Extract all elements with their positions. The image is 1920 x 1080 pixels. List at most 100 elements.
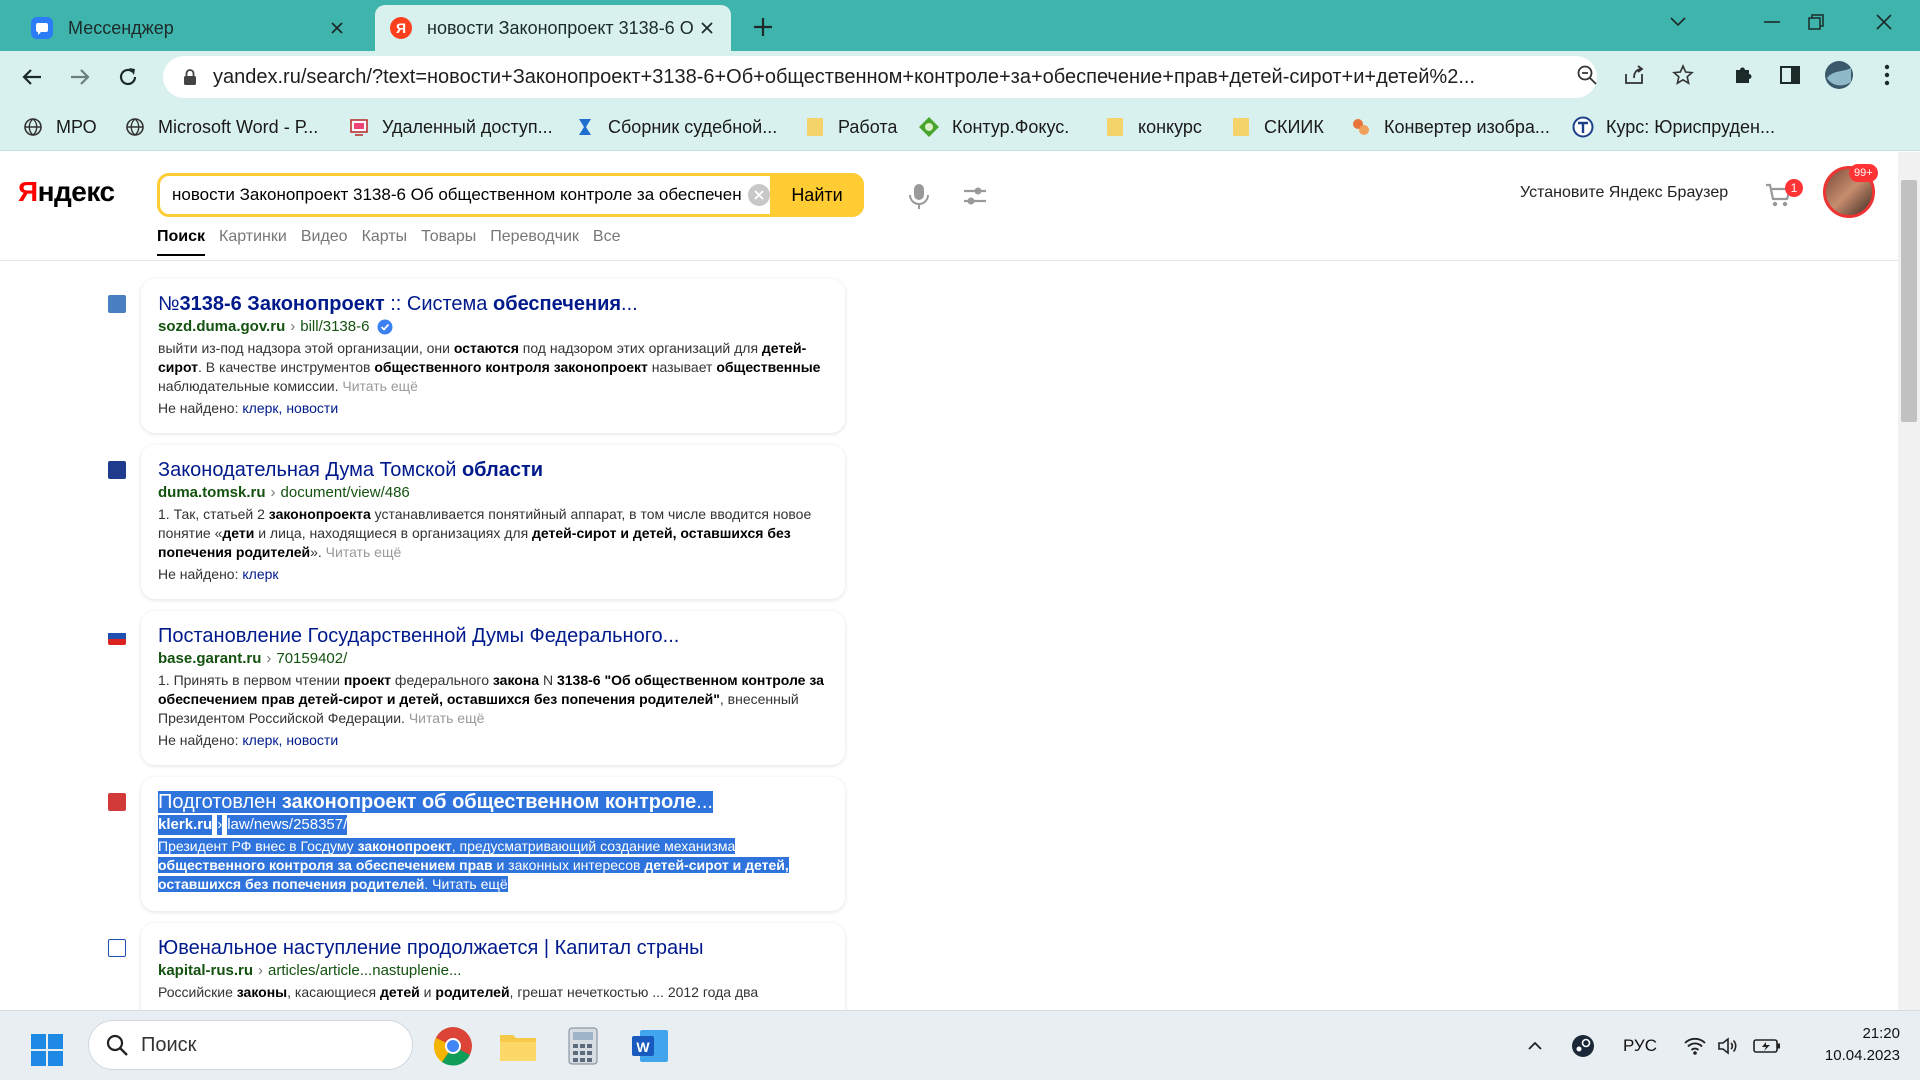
read-more-link[interactable]: Читать ещё	[432, 876, 508, 892]
search-settings-icon[interactable]	[962, 184, 988, 208]
wifi-icon[interactable]	[1680, 1031, 1710, 1061]
tab-search-chevron-icon[interactable]	[1660, 8, 1696, 36]
restore-button[interactable]	[1798, 8, 1834, 36]
zoom-icon[interactable]	[1574, 62, 1600, 88]
extensions-icon[interactable]	[1730, 62, 1756, 88]
text-fragment: выйти из-под надзора этой организации, о…	[158, 340, 454, 356]
steam-tray-icon[interactable]	[1568, 1031, 1598, 1061]
nav-tab-products[interactable]: Товары	[421, 228, 476, 256]
result-title[interactable]: Постановление Государственной Думы Федер…	[158, 623, 829, 649]
lock-icon[interactable]	[181, 68, 199, 86]
minimize-button[interactable]	[1754, 8, 1790, 36]
bookmark-item[interactable]: Microsoft Word - Р...	[124, 113, 318, 141]
result-domain[interactable]: kapital-rus.ru	[158, 961, 253, 981]
profile-avatar-icon[interactable]	[1824, 60, 1854, 90]
globe-icon	[124, 116, 146, 138]
bookmarks-bar: МРО Microsoft Word - Р... Удаленный дост…	[0, 103, 1920, 151]
highlighted-text: проект	[343, 672, 392, 688]
read-more-link[interactable]: Читать ещё	[342, 378, 418, 394]
result-path[interactable]: 70159402/	[276, 649, 347, 669]
result-snippet: 1. Так, статьей 2 законопроекта устанавл…	[158, 505, 829, 562]
highlighted-text: общественные	[716, 359, 821, 375]
back-button[interactable]	[16, 61, 48, 93]
bookmark-star-icon[interactable]	[1670, 62, 1696, 88]
result-domain[interactable]: sozd.duma.gov.ru	[158, 317, 285, 337]
file-explorer-taskbar-icon[interactable]	[493, 1023, 543, 1069]
klerk-favicon-icon	[108, 793, 126, 811]
result-missing-terms: Не найдено: клерк	[158, 564, 829, 584]
bookmark-item[interactable]: Сборник судебной...	[574, 113, 777, 141]
show-hidden-icons-chevron-icon[interactable]	[1522, 1031, 1548, 1061]
bookmark-item[interactable]: Удаленный доступ...	[348, 113, 553, 141]
nav-tab-images[interactable]: Картинки	[219, 228, 287, 256]
tab-messenger[interactable]: Мессенджер	[16, 5, 361, 51]
missing-terms-link[interactable]: клерк, новости	[242, 732, 338, 748]
result-domain[interactable]: base.garant.ru	[158, 649, 261, 669]
battery-icon[interactable]	[1750, 1031, 1784, 1061]
read-more-link[interactable]: Читать ещё	[326, 544, 402, 560]
close-tab-icon[interactable]	[327, 18, 347, 38]
bookmark-item[interactable]: Работа	[804, 113, 897, 141]
bookmark-item[interactable]: Курс: Юриспруден...	[1572, 113, 1775, 141]
missing-terms-link[interactable]: клерк, новости	[242, 400, 338, 416]
bookmark-item[interactable]: Конвертер изобра...	[1350, 113, 1550, 141]
highlighted-text: детей	[380, 984, 420, 1000]
forward-button[interactable]	[64, 61, 96, 93]
install-browser-link[interactable]: Установите Яндекс Браузер	[1520, 184, 1728, 202]
bookmark-item[interactable]: конкурс	[1104, 113, 1202, 141]
bookmark-item[interactable]: МРО	[22, 113, 97, 141]
input-language-indicator[interactable]: РУС	[1618, 1031, 1662, 1061]
nav-tab-maps[interactable]: Карты	[362, 228, 408, 256]
chrome-taskbar-icon[interactable]	[428, 1023, 478, 1069]
side-panel-icon[interactable]	[1777, 62, 1803, 88]
bookmark-item[interactable]: СКИИК	[1230, 113, 1324, 141]
browser-toolbar: yandex.ru/search/?text=новости+Законопро…	[0, 51, 1920, 103]
result-path[interactable]: document/view/486	[281, 483, 410, 503]
result-path[interactable]: bill/3138-6	[300, 317, 369, 337]
close-tab-icon[interactable]	[697, 18, 717, 38]
reload-button[interactable]	[112, 61, 144, 93]
result-title[interactable]: Подготовлен законопроект об общественном…	[158, 789, 829, 815]
logo-text: ндекс	[37, 176, 115, 207]
nav-tab-search[interactable]: Поиск	[157, 228, 206, 256]
yandex-logo[interactable]: Яндекс	[18, 176, 115, 208]
new-tab-button[interactable]	[748, 12, 778, 42]
clear-search-icon[interactable]	[748, 184, 770, 206]
bookmark-item[interactable]: Контур.Фокус.	[918, 113, 1069, 141]
nav-tab-translator[interactable]: Переводчик	[490, 228, 579, 256]
scrollbar-thumb[interactable]	[1901, 180, 1917, 422]
messenger-icon	[30, 16, 54, 40]
search-result: №3138-6 Законопроект :: Система обеспече…	[108, 279, 845, 433]
result-domain[interactable]: klerk.ru	[158, 815, 213, 835]
volume-icon[interactable]	[1714, 1031, 1744, 1061]
result-title[interactable]: №3138-6 Законопроект :: Система обеспече…	[158, 291, 829, 317]
search-button[interactable]: Найти	[770, 173, 864, 217]
nav-tab-video[interactable]: Видео	[301, 228, 348, 256]
search-input[interactable]	[172, 185, 742, 205]
taskbar-search[interactable]: Поиск	[88, 1020, 413, 1070]
close-window-button[interactable]	[1866, 8, 1902, 36]
nav-tab-all[interactable]: Все	[593, 228, 621, 256]
menu-kebab-icon[interactable]	[1874, 62, 1900, 88]
address-bar[interactable]: yandex.ru/search/?text=новости+Законопро…	[163, 56, 1597, 98]
folder-icon	[1230, 116, 1252, 138]
share-icon[interactable]	[1621, 62, 1647, 88]
read-more-link[interactable]: Читать ещё	[409, 710, 485, 726]
result-domain[interactable]: duma.tomsk.ru	[158, 483, 266, 503]
search-icon	[105, 1033, 129, 1057]
result-title[interactable]: Законодательная Дума Томской области	[158, 457, 829, 483]
bookmark-label: Контур.Фокус.	[952, 116, 1070, 137]
text-fragment: Законодательная Дума Томской	[158, 459, 462, 481]
word-taskbar-icon[interactable]: W	[625, 1023, 675, 1069]
calculator-taskbar-icon[interactable]	[558, 1023, 608, 1069]
result-path[interactable]: law/news/258357/	[227, 815, 348, 835]
missing-terms-link[interactable]: клерк	[242, 566, 278, 582]
folder-icon	[1104, 116, 1126, 138]
microphone-icon[interactable]	[906, 182, 932, 210]
result-path[interactable]: articles/article...nastuplenie...	[268, 961, 461, 981]
result-missing-terms: Не найдено: клерк, новости	[158, 730, 829, 750]
system-clock[interactable]: 21:20 10.04.2023	[1800, 1023, 1900, 1067]
result-title[interactable]: Ювенальное наступление продолжается | Ка…	[158, 935, 829, 961]
windows-start-icon[interactable]	[30, 1033, 64, 1067]
tab-yandex-search[interactable]: Я новости Законопроект 3138-6 О	[375, 5, 731, 51]
